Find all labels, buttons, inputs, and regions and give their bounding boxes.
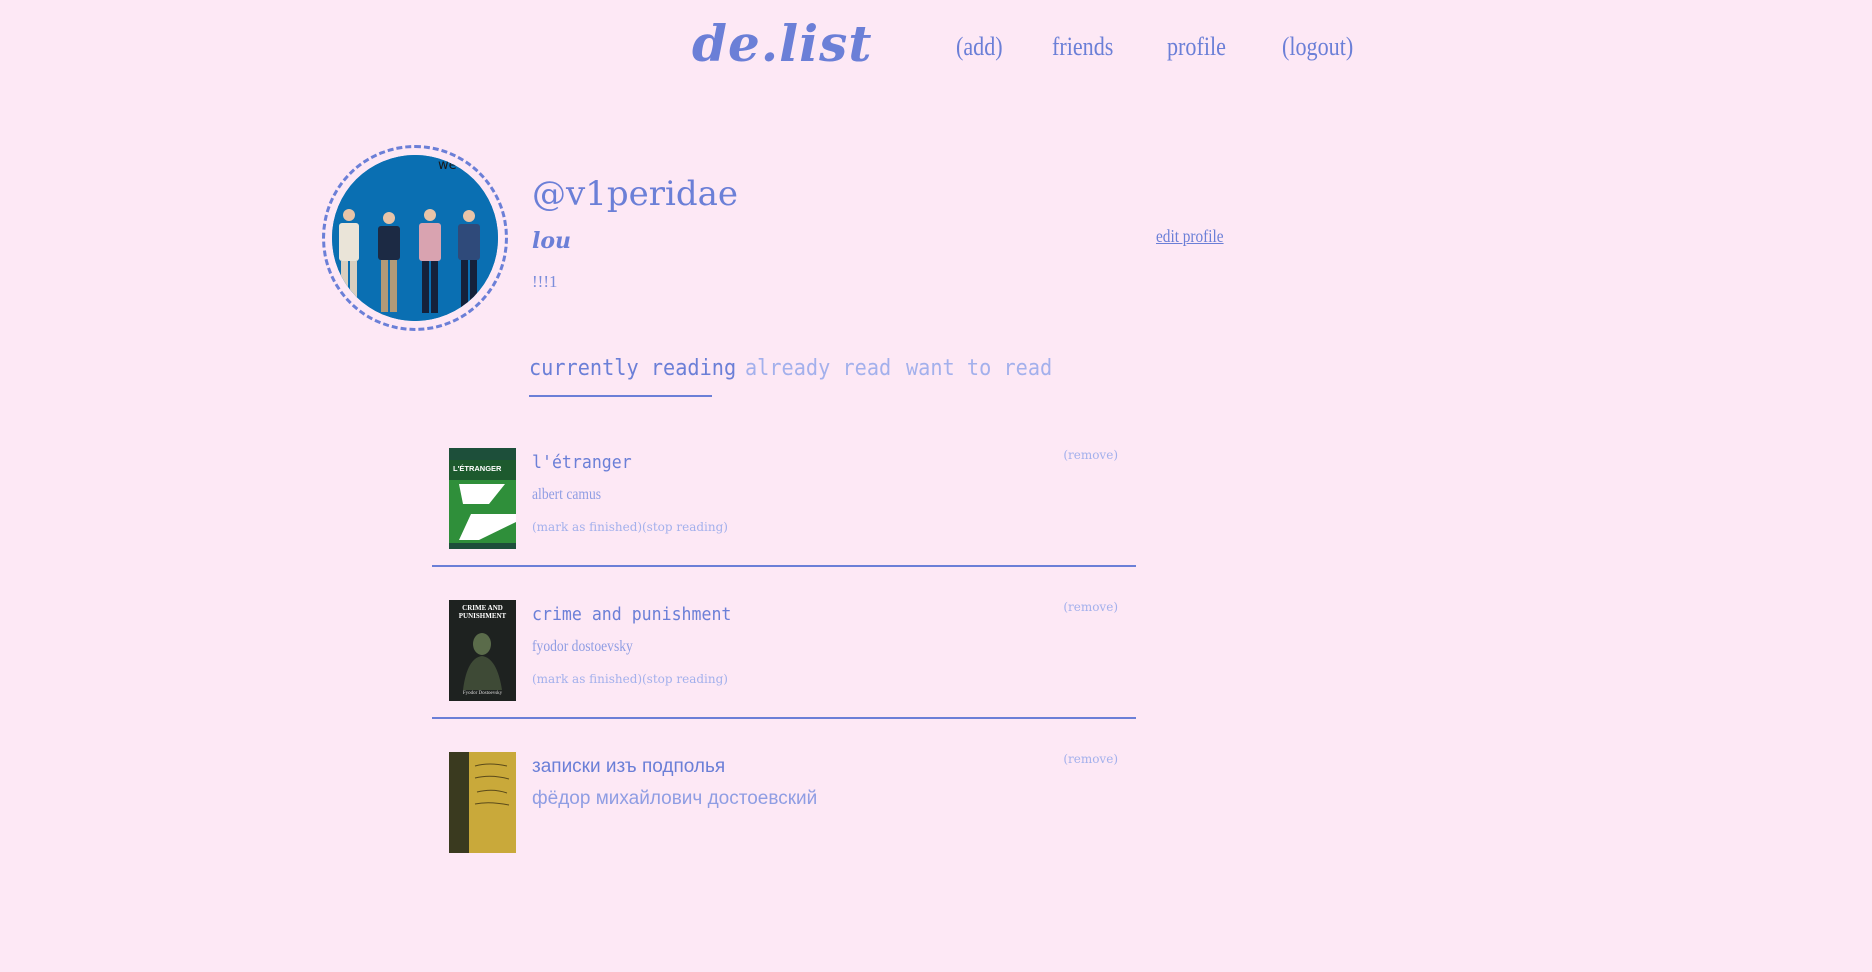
book-list-item: записки изъ подполья фёдор михайлович до… xyxy=(432,752,1136,904)
remove-button[interactable]: (remove) xyxy=(1063,600,1118,614)
profile-bio: !!!1 xyxy=(532,272,558,291)
book-cover[interactable] xyxy=(449,752,516,853)
book-list-item: CRIME AND PUNISHMENT Fyodor Dostoevsky c… xyxy=(432,600,1136,752)
tab-currently-reading[interactable]: currently reading xyxy=(529,356,736,381)
nav-friends-link[interactable]: friends xyxy=(1052,32,1113,62)
tab-want-to-read[interactable]: want to read xyxy=(906,356,1052,381)
nav-profile-link[interactable]: profile xyxy=(1167,32,1226,62)
top-nav: de.list (add) friends profile (logout) xyxy=(0,0,1568,100)
divider xyxy=(432,565,1136,567)
book-title[interactable]: записки изъ подполья xyxy=(532,756,725,778)
book-list-item: L'ÉTRANGER l'étranger albert camus (mark… xyxy=(432,448,1136,600)
profile-display-name: lou xyxy=(532,228,572,254)
edit-profile-link[interactable]: edit profile xyxy=(1156,226,1224,247)
mark-finished-button[interactable]: (mark as finished) xyxy=(532,520,642,534)
tab-already-read[interactable]: already read xyxy=(745,356,891,381)
avatar-image: we xyxy=(332,155,498,321)
avatar-album-text: we xyxy=(438,158,457,173)
nav-add-link[interactable]: (add) xyxy=(956,32,1003,62)
book-cover[interactable]: CRIME AND PUNISHMENT Fyodor Dostoevsky xyxy=(449,600,516,701)
site-logo[interactable]: de.list xyxy=(692,14,872,73)
stop-reading-button[interactable]: (stop reading) xyxy=(642,672,728,686)
remove-button[interactable]: (remove) xyxy=(1063,448,1118,462)
book-author: albert camus xyxy=(532,486,602,503)
book-title[interactable]: crime and punishment xyxy=(532,604,731,625)
book-cover[interactable]: L'ÉTRANGER xyxy=(449,448,516,549)
remove-button[interactable]: (remove) xyxy=(1063,752,1118,766)
book-author: фёдор михайлович достоевский xyxy=(532,788,818,809)
stop-reading-button[interactable]: (stop reading) xyxy=(642,520,728,534)
avatar: we xyxy=(332,155,498,321)
book-author: fyodor dostoevsky xyxy=(532,638,633,655)
nav-logout-link[interactable]: (logout) xyxy=(1282,32,1353,62)
svg-text:PUNISHMENT: PUNISHMENT xyxy=(459,612,507,620)
mark-finished-button[interactable]: (mark as finished) xyxy=(532,672,642,686)
svg-text:Fyodor Dostoevsky: Fyodor Dostoevsky xyxy=(463,691,503,696)
svg-text:CRIME AND: CRIME AND xyxy=(462,604,503,612)
active-tab-indicator xyxy=(529,395,712,397)
divider xyxy=(432,717,1136,719)
avatar-frame: we xyxy=(322,145,508,331)
book-title[interactable]: l'étranger xyxy=(532,452,632,473)
profile-username: @v1peridae xyxy=(532,174,739,214)
svg-text:L'ÉTRANGER: L'ÉTRANGER xyxy=(453,464,502,473)
